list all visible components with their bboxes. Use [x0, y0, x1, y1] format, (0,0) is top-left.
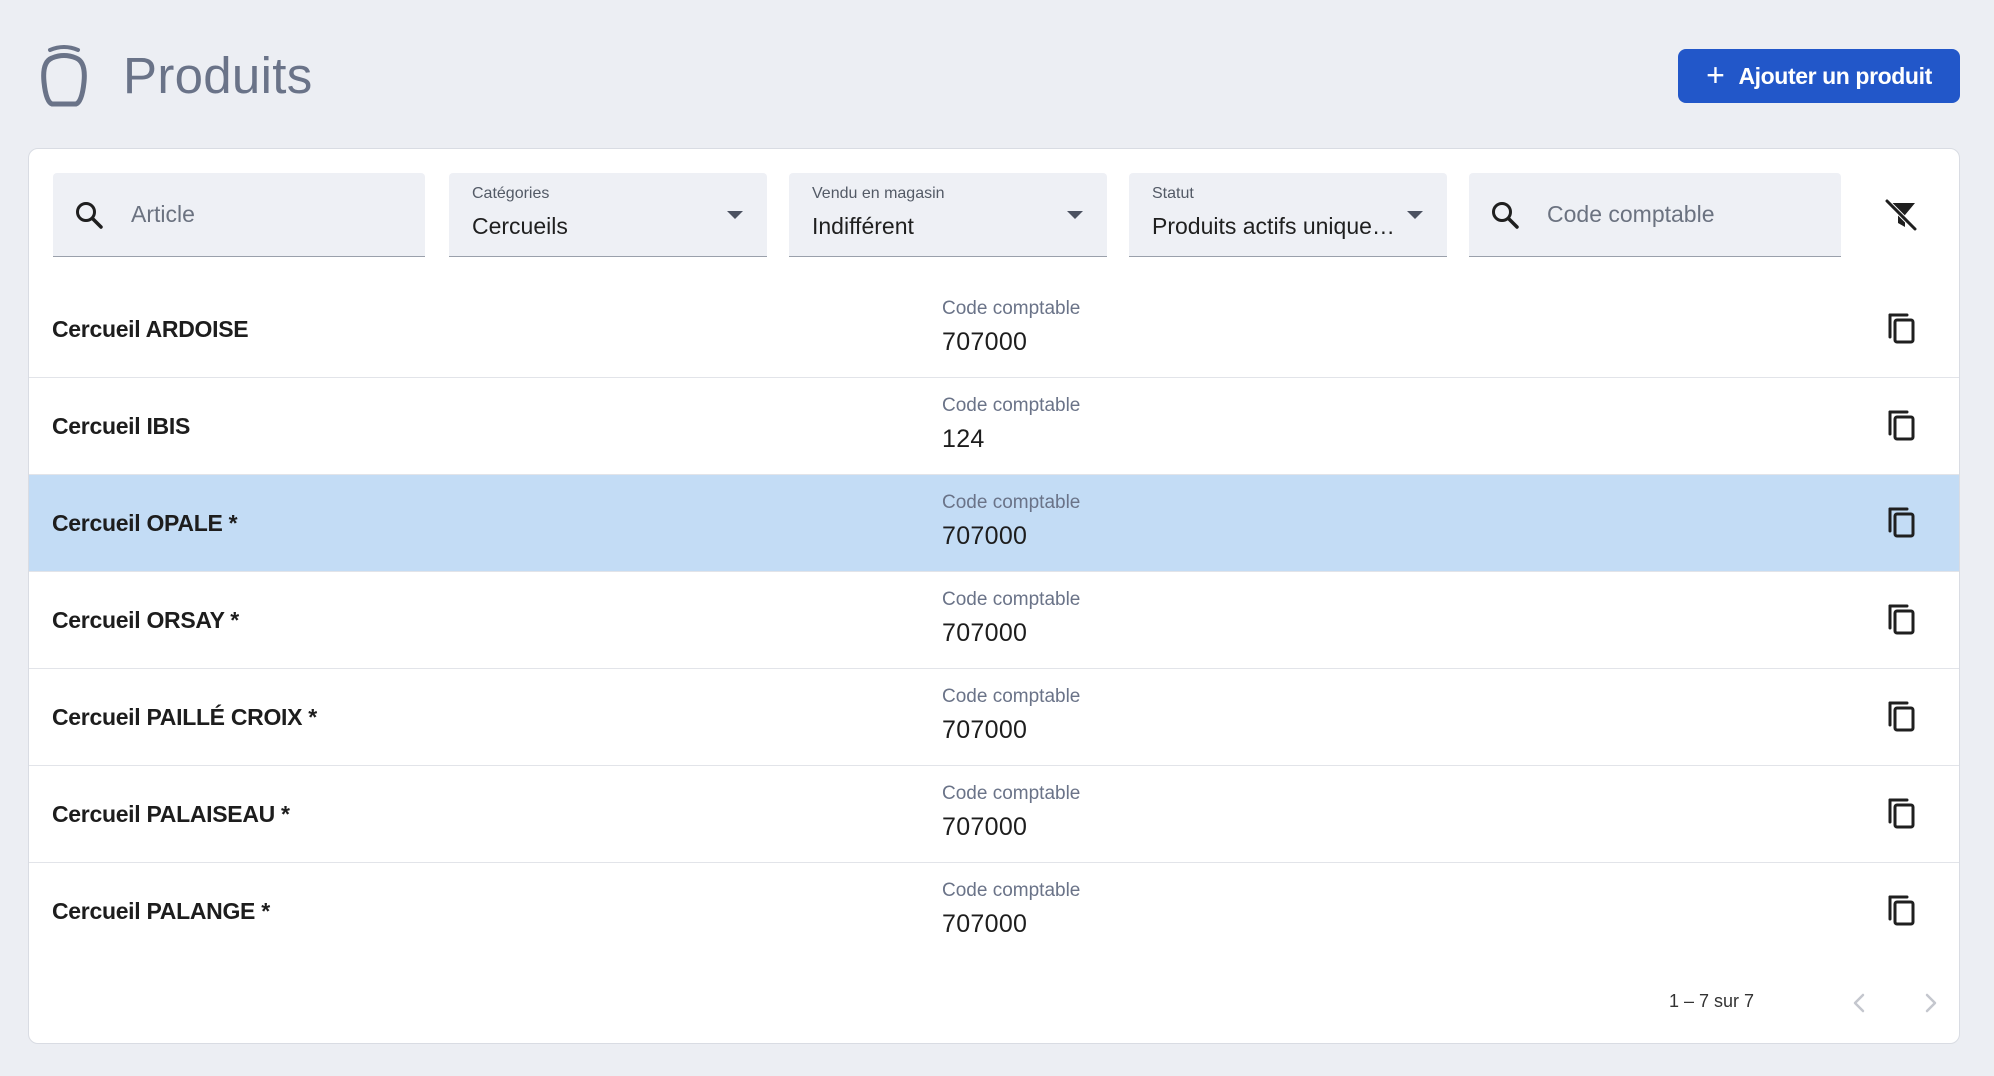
add-product-button[interactable]: + Ajouter un produit — [1678, 49, 1960, 103]
code-comptable-value: 707000 — [942, 522, 1028, 550]
code-comptable-value: 124 — [942, 425, 985, 453]
product-name: Cercueil OPALE * — [52, 510, 238, 536]
copy-icon[interactable] — [1881, 307, 1921, 347]
chevron-left-icon[interactable] — [1839, 983, 1879, 1023]
product-row[interactable]: Cercueil ARDOISE Code comptable 707000 — [29, 281, 1959, 378]
code-comptable-label: Code comptable — [942, 298, 1081, 319]
copy-icon[interactable] — [1881, 695, 1921, 735]
statut-select[interactable]: Statut Produits actifs uniquement — [1129, 173, 1447, 257]
paginator-range-label: 1 – 7 sur 7 — [1669, 991, 1755, 1011]
page-header: Produits + Ajouter un produit — [0, 0, 1994, 150]
product-row[interactable]: Cercueil PALANGE * Code comptable 707000 — [29, 863, 1959, 960]
product-name: Cercueil PALAISEAU * — [52, 801, 290, 827]
add-product-label: Ajouter un produit — [1738, 62, 1932, 89]
search-icon — [1492, 202, 1519, 229]
vendu-en-magasin-select[interactable]: Vendu en magasin Indifférent — [789, 173, 1107, 257]
code-comptable-placeholder: Code comptable — [1547, 201, 1715, 227]
product-row[interactable]: Cercueil ORSAY * Code comptable 707000 — [29, 572, 1959, 669]
product-row-selected[interactable]: Cercueil OPALE * Code comptable 707000 — [29, 475, 1959, 572]
chevron-right-icon[interactable] — [1911, 983, 1951, 1023]
copy-icon[interactable] — [1881, 889, 1921, 929]
vendu-en-magasin-label: Vendu en magasin — [812, 185, 945, 202]
product-name: Cercueil ORSAY * — [52, 607, 239, 633]
article-search-field[interactable]: Article — [53, 173, 425, 257]
product-name: Cercueil ARDOISE — [52, 316, 249, 342]
urn-icon — [41, 45, 87, 107]
product-row[interactable]: Cercueil PAILLÉ CROIX * Code comptable 7… — [29, 669, 1959, 766]
product-name: Cercueil PALANGE * — [52, 898, 270, 924]
code-comptable-value: 707000 — [942, 910, 1028, 938]
statut-label: Statut — [1152, 185, 1194, 202]
copy-icon[interactable] — [1881, 792, 1921, 832]
product-row[interactable]: Cercueil PALAISEAU * Code comptable 7070… — [29, 766, 1959, 863]
code-comptable-value: 707000 — [942, 813, 1028, 841]
code-comptable-label: Code comptable — [942, 492, 1081, 513]
code-comptable-value: 707000 — [942, 716, 1028, 744]
products-card: Article Catégories Cercueils Vendu en ma… — [28, 148, 1960, 1044]
dropdown-arrow-icon — [1407, 211, 1423, 219]
plus-icon: + — [1706, 56, 1725, 93]
product-list: Cercueil ARDOISE Code comptable 707000 C… — [29, 281, 1959, 960]
code-comptable-label: Code comptable — [942, 880, 1081, 901]
code-comptable-search-field[interactable]: Code comptable — [1469, 173, 1841, 257]
product-row[interactable]: Cercueil IBIS Code comptable 124 — [29, 378, 1959, 475]
code-comptable-label: Code comptable — [942, 686, 1081, 707]
product-name: Cercueil PAILLÉ CROIX * — [52, 704, 317, 730]
code-comptable-label: Code comptable — [942, 395, 1081, 416]
categories-label: Catégories — [472, 185, 550, 202]
copy-icon[interactable] — [1881, 404, 1921, 444]
code-comptable-label: Code comptable — [942, 589, 1081, 610]
code-comptable-value: 707000 — [942, 328, 1028, 356]
product-name: Cercueil IBIS — [52, 413, 190, 439]
categories-value: Cercueils — [472, 213, 568, 239]
page-title: Produits — [123, 47, 313, 104]
filter-off-icon[interactable] — [1881, 195, 1921, 235]
dropdown-arrow-icon — [1067, 211, 1083, 219]
search-icon — [76, 202, 103, 229]
categories-select[interactable]: Catégories Cercueils — [449, 173, 767, 257]
copy-icon[interactable] — [1881, 598, 1921, 638]
vendu-en-magasin-value: Indifférent — [812, 213, 914, 239]
code-comptable-value: 707000 — [942, 619, 1028, 647]
paginator: 1 – 7 sur 7 — [29, 979, 1959, 1029]
copy-icon[interactable] — [1881, 501, 1921, 541]
code-comptable-label: Code comptable — [942, 783, 1081, 804]
article-search-placeholder: Article — [131, 201, 195, 227]
statut-value: Produits actifs uniquement — [1152, 213, 1397, 239]
dropdown-arrow-icon — [727, 211, 743, 219]
